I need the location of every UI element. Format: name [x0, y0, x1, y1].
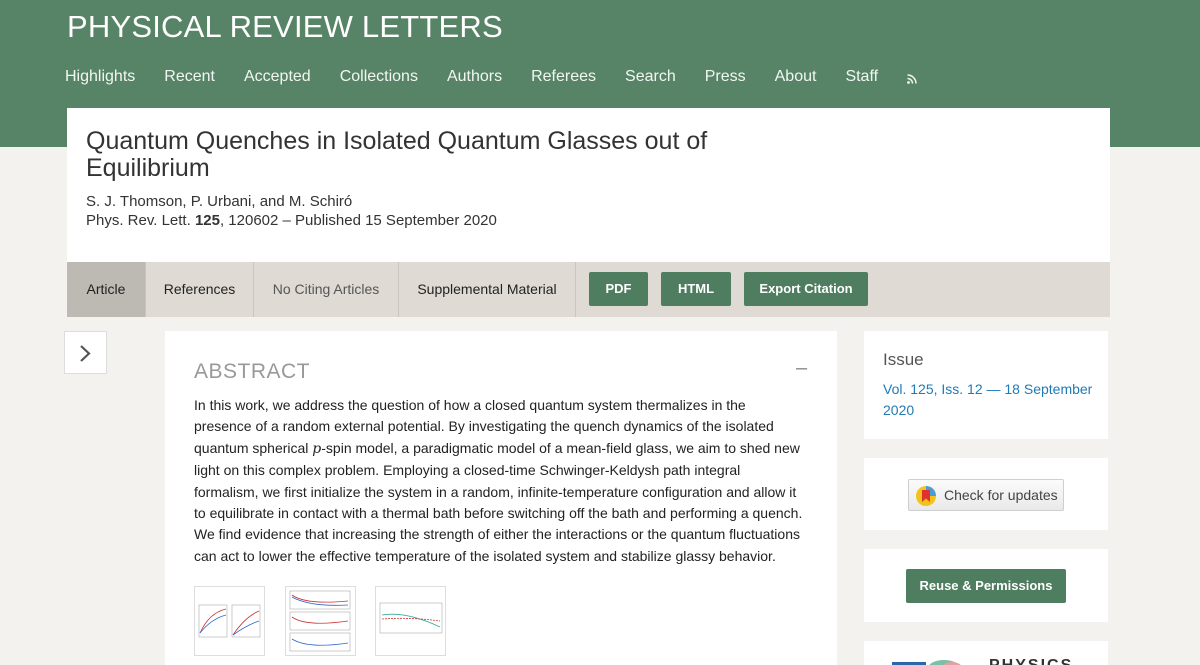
journal-title[interactable]: PHYSICAL REVIEW LETTERS: [67, 9, 503, 45]
article-tabbar: Article References No Citing Articles Su…: [67, 262, 1110, 317]
reuse-card: Reuse & Permissions: [864, 549, 1108, 622]
article-citation: Phys. Rev. Lett. 125, 120602 – Published…: [86, 212, 497, 229]
figure-thumbnail-1[interactable]: [194, 586, 265, 656]
abstract-text: In this work, we address the question of…: [194, 395, 806, 567]
nav-referees[interactable]: Referees: [531, 67, 596, 87]
rss-icon[interactable]: [907, 71, 917, 84]
tab-references[interactable]: References: [146, 262, 254, 317]
abstract-heading: ABSTRACT: [194, 360, 311, 383]
crossmark-icon: [916, 486, 936, 506]
check-for-updates-label: Check for updates: [944, 487, 1058, 503]
p-symbol: p: [312, 440, 322, 457]
figure-thumbnail-image: [289, 590, 351, 652]
tab-article[interactable]: Article: [67, 262, 146, 317]
check-updates-card: Check for updates: [864, 458, 1108, 530]
nav-press[interactable]: Press: [705, 67, 746, 87]
issue-label: Issue: [883, 350, 924, 369]
citation-rest: , 120602 – Published 15 September 2020: [219, 212, 497, 229]
figure-thumbnail-image: [198, 604, 261, 638]
main-nav: Highlights Recent Accepted Collections A…: [65, 67, 917, 87]
nav-staff[interactable]: Staff: [845, 67, 878, 87]
nav-recent[interactable]: Recent: [164, 67, 215, 87]
nav-highlights[interactable]: Highlights: [65, 67, 135, 87]
nav-authors[interactable]: Authors: [447, 67, 502, 87]
article-authors[interactable]: S. J. Thomson, P. Urbani, and M. Schiró: [86, 193, 352, 210]
article-title: Quantum Quenches in Isolated Quantum Gla…: [86, 127, 708, 182]
issue-link[interactable]: Vol. 125, Iss. 12 — 18 September 2020: [883, 379, 1098, 421]
html-button[interactable]: HTML: [661, 272, 731, 306]
volume-number: 125: [194, 212, 220, 229]
chevron-right-icon: [80, 345, 91, 362]
figure-thumbnail-3[interactable]: [375, 586, 446, 656]
collapse-icon[interactable]: –: [796, 357, 807, 380]
physics-logo-text: PHYSICS: [989, 657, 1073, 665]
figure-thumbnail-2[interactable]: [285, 586, 356, 656]
nav-collections[interactable]: Collections: [340, 67, 418, 87]
nav-accepted[interactable]: Accepted: [244, 67, 311, 87]
physics-logo-icon: [892, 660, 961, 665]
nav-search[interactable]: Search: [625, 67, 676, 87]
reuse-permissions-button[interactable]: Reuse & Permissions: [906, 569, 1066, 603]
figure-thumbnail-image: [379, 602, 443, 634]
export-citation-button[interactable]: Export Citation: [744, 272, 868, 306]
tab-supplemental-material[interactable]: Supplemental Material: [399, 262, 576, 317]
nav-about[interactable]: About: [775, 67, 817, 87]
tab-citing-articles[interactable]: No Citing Articles: [254, 262, 399, 317]
check-for-updates-button[interactable]: Check for updates: [908, 479, 1064, 511]
issue-card: Issue Vol. 125, Iss. 12 — 18 September 2…: [864, 331, 1108, 439]
abstract-panel: ABSTRACT – In this work, we address the …: [165, 331, 837, 665]
physics-card: PHYSICS: [864, 641, 1108, 665]
abstract-text-part2: -spin model, a paradigmatic model of a m…: [194, 439, 803, 564]
article-header-card: Quantum Quenches in Isolated Quantum Gla…: [67, 108, 1110, 262]
pdf-button[interactable]: PDF: [589, 272, 648, 306]
sidebar-toggle-button[interactable]: [64, 331, 107, 374]
journal-abbrev: Phys. Rev. Lett.: [86, 212, 191, 229]
